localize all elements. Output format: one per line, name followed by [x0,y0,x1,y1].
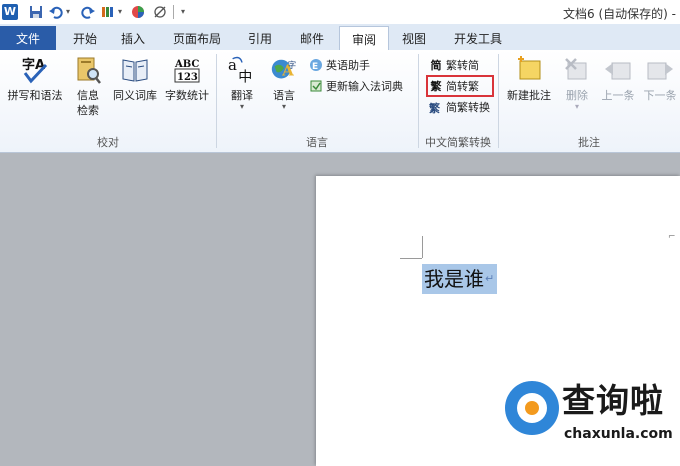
color-wheel-icon[interactable] [130,4,146,20]
selected-document-text[interactable]: 我是谁 ↵ [422,264,498,294]
format-painter-icon[interactable] [100,4,116,20]
margin-corner-mark [422,236,423,258]
redo-icon[interactable] [80,4,96,20]
qa-separator [170,4,176,20]
watermark-subtitle: chaxunla.com [564,426,673,442]
customize-qa-dropdown-icon[interactable]: ▾ [178,4,188,20]
undo-dropdown-icon[interactable]: ▾ [64,4,72,20]
translate-dropdown-icon[interactable]: ▾ [240,103,244,111]
conversion-icon: 繁 [428,99,444,115]
word-count-icon: ABC 123 [172,54,202,86]
new-comment-button[interactable]: 新建批注 [502,54,556,103]
word-app-icon[interactable]: W [2,4,18,20]
highlight-annotation-box [426,75,494,97]
title-bar: W ▾ ▾ ▾ 文档6 (自动保存的) - [0,0,680,25]
word-count-button[interactable]: ABC 123 字数统计 [162,54,212,103]
watermark-logo-icon [505,381,559,435]
right-margin-mark: ⌐ [668,232,676,242]
research-book-icon [73,54,103,86]
group-label-proofing: 校对 [97,136,119,149]
tab-developer[interactable]: 开发工具 [444,26,512,50]
next-comment-icon [645,54,675,86]
thesaurus-book-icon [120,54,150,86]
tab-page-layout[interactable]: 页面布局 [166,26,228,50]
tab-review[interactable]: 审阅 [339,26,389,51]
update-ime-dictionary-button[interactable]: 更新输入法词典 [308,77,403,95]
traditional-char-icon: 简 [430,59,442,72]
svg-text:繁: 繁 [429,101,441,114]
chinese-conversion-button[interactable]: 繁 简繁转换 [428,98,490,116]
english-assistant-icon: E [308,57,324,73]
svg-text:字: 字 [288,60,296,70]
group-label-comments: 批注 [578,136,600,149]
delete-comment-button[interactable]: 删除 ▾ [558,54,596,111]
previous-comment-button[interactable]: 上一条 [598,54,638,103]
traditional-to-simplified-button[interactable]: 简 繁转简 [428,56,480,74]
svg-text:a: a [228,56,237,74]
delete-comment-icon [562,54,592,86]
language-button[interactable]: A字 语言 ▾ [264,54,304,111]
ribbon: 字A 拼写和语法 信息 检索 同义词库 ABC 123 字数统计 校对 a中 翻译… [0,50,680,153]
paragraph-mark: ↵ [485,272,495,285]
tab-file[interactable]: 文件 [0,26,56,50]
previous-comment-icon [603,54,633,86]
tab-insert[interactable]: 插入 [114,26,152,50]
translate-icon: a中 [227,54,257,86]
format-dropdown-icon[interactable]: ▾ [116,4,124,20]
language-dropdown-icon[interactable]: ▾ [282,103,286,111]
margin-corner-mark [400,258,422,259]
research-button[interactable]: 信息 检索 [70,54,106,118]
thesaurus-button[interactable]: 同义词库 [110,54,160,103]
spelling-grammar-button[interactable]: 字A 拼写和语法 [4,54,66,103]
document-page[interactable] [316,176,680,466]
undo-icon[interactable] [48,4,64,20]
group-label-chinese-conversion: 中文简繁转换 [425,136,491,149]
svg-text:ABC: ABC [174,59,199,70]
tab-references[interactable]: 引用 [240,26,280,50]
tab-home[interactable]: 开始 [66,26,104,50]
svg-text:中: 中 [238,69,252,85]
language-globe-icon: A字 [269,54,299,86]
ribbon-tab-row: 文件 开始 插入 页面布局 引用 邮件 审阅 视图 开发工具 [0,24,680,51]
tab-view[interactable]: 视图 [394,26,434,50]
document-title: 文档6 (自动保存的) - [563,7,676,21]
spelling-check-icon: 字A [20,54,50,86]
translate-button[interactable]: a中 翻译 ▾ [222,54,262,111]
watermark-title: 查询啦 [562,381,664,420]
svg-text:123: 123 [177,72,198,83]
english-assistant-button[interactable]: E 英语助手 [308,56,370,74]
save-icon[interactable] [28,4,44,20]
next-comment-button[interactable]: 下一条 [640,54,680,103]
new-comment-icon [514,54,544,86]
delete-dropdown-icon[interactable]: ▾ [575,103,579,111]
group-label-language: 语言 [306,136,328,149]
dictionary-update-icon [308,78,324,94]
tab-mailings[interactable]: 邮件 [292,26,332,50]
svg-text:E: E [312,62,318,72]
draw-table-icon[interactable] [152,4,168,20]
